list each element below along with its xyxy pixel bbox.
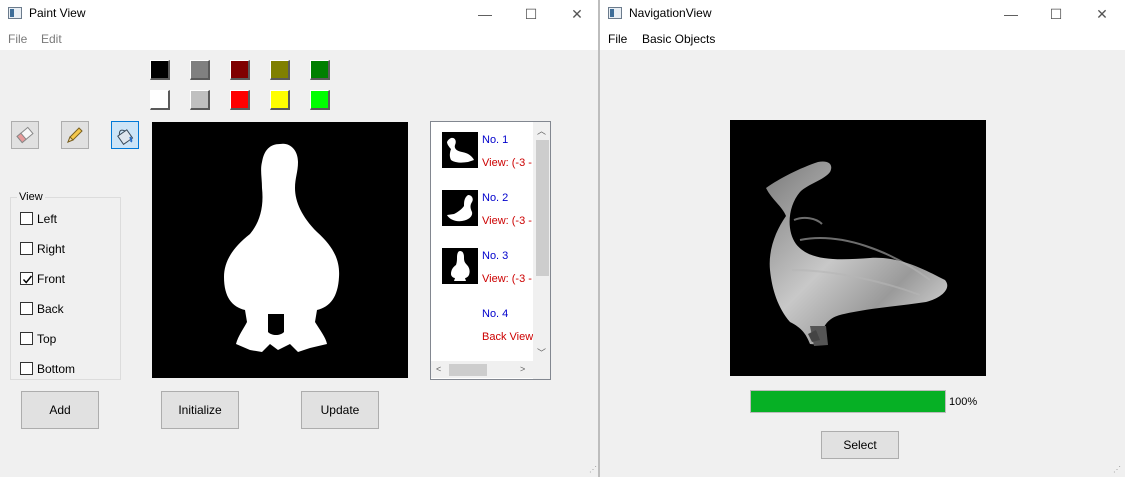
color-swatch-yellow[interactable] xyxy=(270,90,290,110)
eraser-tool-button[interactable] xyxy=(11,121,39,149)
select-button[interactable]: Select xyxy=(821,431,899,459)
paint-title-bar[interactable]: Paint View — ☐ ✕ xyxy=(0,0,598,28)
paint-bucket-icon xyxy=(117,129,134,145)
view-list[interactable]: No. 1 View: (-3 - No. 2 View: (-3 - No. … xyxy=(430,121,551,380)
color-swatch-red[interactable] xyxy=(230,90,250,110)
paint-view-window: Paint View — ☐ ✕ File Edit View Left Rig… xyxy=(0,0,598,477)
checkbox-box[interactable] xyxy=(20,332,33,345)
menu-file[interactable]: File xyxy=(608,32,627,46)
scroll-left-arrow-icon[interactable]: < xyxy=(436,364,441,374)
checkbox-box[interactable] xyxy=(20,362,33,375)
menu-file[interactable]: File xyxy=(8,32,27,46)
item-view-text: View: (-3 - xyxy=(482,157,532,169)
resize-grip-icon[interactable]: ⋰ xyxy=(1113,465,1123,475)
checkbox-box[interactable] xyxy=(20,212,33,225)
initialize-button[interactable]: Initialize xyxy=(161,391,239,429)
color-swatch-green[interactable] xyxy=(310,60,330,80)
paint-menu-bar: File Edit xyxy=(0,28,598,50)
item-thumbnail xyxy=(442,132,478,168)
item-thumbnail xyxy=(442,190,478,226)
checkbox-label: Top xyxy=(37,332,57,346)
eraser-icon xyxy=(16,126,34,144)
nav-title-bar[interactable]: NavigationView — ☐ ✕ xyxy=(600,0,1125,28)
horizontal-scroll-thumb[interactable] xyxy=(449,364,487,376)
checkbox-label: Left xyxy=(37,212,58,226)
navigation-view-window: NavigationView — ☐ ✕ File Basic Objects xyxy=(600,0,1125,477)
color-swatch-olive[interactable] xyxy=(270,60,290,80)
item-view-text: View: (-3 - xyxy=(482,215,532,227)
progress-percent: 100% xyxy=(949,396,978,408)
app-icon xyxy=(8,7,22,19)
minimize-button[interactable]: — xyxy=(462,0,508,28)
item-view-text: Back View: xyxy=(482,331,537,343)
duck-silhouette xyxy=(224,143,340,352)
progress-fill xyxy=(751,391,945,412)
color-swatch-white[interactable] xyxy=(150,90,170,110)
paint-window-title: Paint View xyxy=(29,6,86,20)
nav-menu-bar: File Basic Objects xyxy=(600,28,1125,50)
update-button[interactable]: Update xyxy=(301,391,379,429)
color-swatch-gray[interactable] xyxy=(190,60,210,80)
checkbox-box[interactable] xyxy=(20,272,33,285)
maximize-button[interactable]: ☐ xyxy=(1033,0,1079,28)
checkbox-label: Right xyxy=(37,242,66,256)
menu-basic-objects[interactable]: Basic Objects xyxy=(642,32,715,46)
progress-bar xyxy=(750,390,946,413)
minimize-button[interactable]: — xyxy=(988,0,1034,28)
checkbox-label: Bottom xyxy=(37,362,76,376)
scrollbar-corner xyxy=(533,361,550,379)
item-number: No. 4 xyxy=(482,308,509,320)
color-swatch-lime[interactable] xyxy=(310,90,330,110)
item-number: No. 3 xyxy=(482,250,509,262)
item-number: No. 1 xyxy=(482,134,509,146)
checkbox-label: Back xyxy=(37,302,64,316)
scroll-up-arrow-icon[interactable]: ︿ xyxy=(537,124,546,137)
menu-edit[interactable]: Edit xyxy=(41,32,62,46)
nav-window-title: NavigationView xyxy=(629,6,712,20)
scroll-down-arrow-icon[interactable]: ﹀ xyxy=(537,346,546,359)
3d-viewport[interactable] xyxy=(730,120,986,376)
item-view-text: View: (-3 - xyxy=(482,273,532,285)
vertical-scroll-thumb[interactable] xyxy=(536,140,549,276)
duck-3d-model xyxy=(766,161,948,346)
paint-bucket-tool-button[interactable] xyxy=(111,121,139,149)
color-swatch-silver[interactable] xyxy=(190,90,210,110)
vertical-scrollbar[interactable]: ︿ ﹀ xyxy=(533,122,550,361)
item-number: No. 2 xyxy=(482,192,509,204)
add-button[interactable]: Add xyxy=(21,391,99,429)
color-swatch-maroon[interactable] xyxy=(230,60,250,80)
checkbox-box[interactable] xyxy=(20,242,33,255)
close-button[interactable]: ✕ xyxy=(554,0,600,28)
view-group-title: View xyxy=(17,191,45,203)
pencil-tool-button[interactable] xyxy=(61,121,89,149)
close-button[interactable]: ✕ xyxy=(1079,0,1125,28)
horizontal-scrollbar[interactable]: < > xyxy=(431,361,533,378)
drawing-canvas[interactable] xyxy=(152,122,408,378)
app-icon xyxy=(608,7,622,19)
scroll-right-arrow-icon[interactable]: > xyxy=(520,364,525,374)
checkbox-label: Front xyxy=(37,272,66,286)
color-swatch-black[interactable] xyxy=(150,60,170,80)
pencil-icon xyxy=(67,127,83,143)
maximize-button[interactable]: ☐ xyxy=(508,0,554,28)
item-thumbnail xyxy=(442,248,478,284)
checkbox-box[interactable] xyxy=(20,302,33,315)
checkmark-icon xyxy=(22,275,33,284)
